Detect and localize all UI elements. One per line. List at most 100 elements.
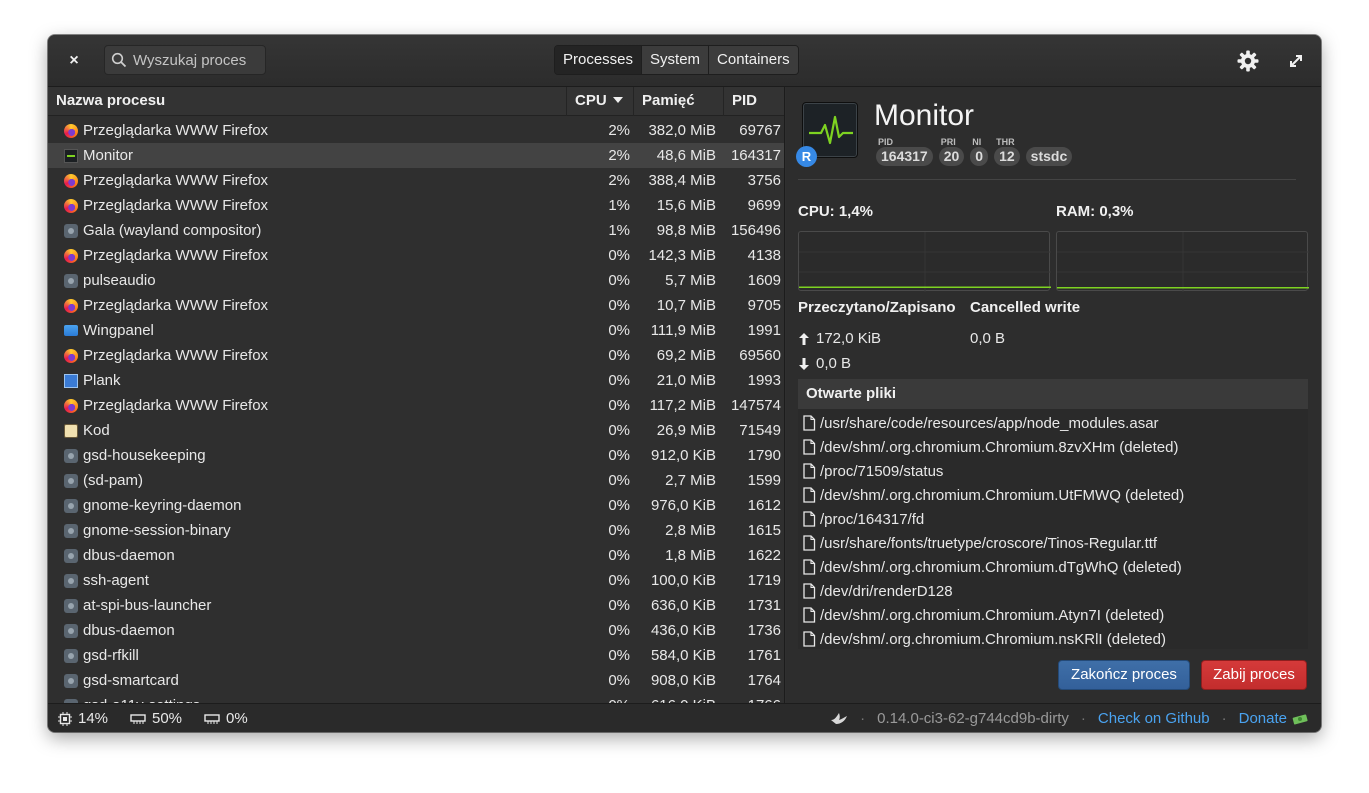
cpu-status-value: 14% xyxy=(78,710,109,727)
file-icon xyxy=(803,439,816,455)
file-icon xyxy=(803,535,816,551)
table-row[interactable]: Przeglądarka WWW Firefox 0% 10,7 MiB 9705 xyxy=(48,293,784,318)
search-icon xyxy=(111,52,127,68)
process-cpu: 0% xyxy=(608,372,630,389)
process-pid: 69767 xyxy=(739,122,781,139)
process-cpu: 2% xyxy=(608,172,630,189)
table-row[interactable]: Wingpanel 0% 111,9 MiB 1991 xyxy=(48,318,784,343)
memory-icon xyxy=(130,713,146,724)
table-row[interactable]: at-spi-bus-launcher 0% 636,0 KiB 1731 xyxy=(48,593,784,618)
process-name-cell: gnome-session-binary xyxy=(48,522,567,539)
process-pid: 9699 xyxy=(747,197,781,214)
process-name: Plank xyxy=(83,372,121,389)
table-row[interactable]: gnome-keyring-daemon 0% 976,0 KiB 1612 xyxy=(48,493,784,518)
gear-icon xyxy=(64,448,78,463)
table-row[interactable]: Przeglądarka WWW Firefox 2% 388,4 MiB 3756 xyxy=(48,168,784,193)
table-row[interactable]: Plank 0% 21,0 MiB 1993 xyxy=(48,368,784,393)
table-row[interactable]: Przeglądarka WWW Firefox 0% 69,2 MiB 69560 xyxy=(48,343,784,368)
kill-process-button[interactable]: Zabij proces xyxy=(1201,660,1307,690)
process-info-pills: PID 164317 PRI 20 NI 0 THR 12 stsdc xyxy=(876,137,1073,166)
table-row[interactable]: ssh-agent 0% 100,0 KiB 1719 xyxy=(48,568,784,593)
firefox-icon xyxy=(64,248,78,263)
table-row[interactable]: Monitor 2% 48,6 MiB 164317 xyxy=(48,143,784,168)
process-name: Przeglądarka WWW Firefox xyxy=(83,247,269,264)
process-pid: 3756 xyxy=(747,172,781,189)
process-pid: 1993 xyxy=(747,372,781,389)
table-row[interactable]: Kod 0% 26,9 MiB 71549 xyxy=(48,418,784,443)
process-name-cell: Przeglądarka WWW Firefox xyxy=(48,247,567,264)
table-row[interactable]: gsd-housekeeping 0% 912,0 KiB 1790 xyxy=(48,443,784,468)
tab-processes[interactable]: Processes xyxy=(555,46,643,74)
table-row[interactable]: gsd-rfkill 0% 584,0 KiB 1761 xyxy=(48,643,784,668)
column-header-cpu[interactable]: CPU xyxy=(567,87,634,116)
process-name-cell: gsd-housekeeping xyxy=(48,447,567,464)
ram-graph xyxy=(1056,231,1309,292)
table-row[interactable]: Przeglądarka WWW Firefox 0% 117,2 MiB 14757… xyxy=(48,393,784,418)
fullscreen-icon[interactable] xyxy=(1286,51,1306,71)
process-name: Kod xyxy=(83,422,110,439)
process-name-cell: gsd-smartcard xyxy=(48,672,567,689)
list-header: Nazwa procesu CPU Pamięć PID xyxy=(48,87,784,116)
process-memory: 10,7 MiB xyxy=(656,297,716,314)
open-files: Otwarte pliki /usr/share/code/resources/… xyxy=(798,379,1308,649)
process-memory: 388,4 MiB xyxy=(648,172,716,189)
cancelled-value: 0,0 B xyxy=(970,330,1006,347)
process-memory: 976,0 KiB xyxy=(650,497,716,514)
table-row[interactable]: gnome-session-binary 0% 2,8 MiB 1615 xyxy=(48,518,784,543)
process-name: gnome-session-binary xyxy=(83,522,231,539)
firefox-icon xyxy=(64,398,78,413)
table-row[interactable]: gsd-a11y-settings0%616,0 KiB1766 xyxy=(48,693,784,703)
process-pid: 1599 xyxy=(747,472,781,489)
table-row[interactable]: Przeglądarka WWW Firefox 0% 142,3 MiB 4138 xyxy=(48,243,784,268)
process-cpu: 0% xyxy=(608,522,630,539)
column-header-memory[interactable]: Pamięć xyxy=(634,87,724,116)
header-bar: × Processes System Containers xyxy=(48,35,1321,87)
search-input[interactable] xyxy=(133,51,263,69)
table-row[interactable]: Przeglądarka WWW Firefox 2% 382,0 MiB 69767 xyxy=(48,118,784,143)
close-button[interactable]: × xyxy=(62,49,86,73)
tab-containers[interactable]: Containers xyxy=(709,46,798,74)
column-header-pid[interactable]: PID xyxy=(724,87,784,116)
table-row[interactable]: dbus-daemon 0% 1,8 MiB 1622 xyxy=(48,543,784,568)
gear-icon[interactable] xyxy=(1236,49,1260,73)
gear-icon xyxy=(64,673,78,688)
table-row[interactable]: gsd-smartcard 0% 908,0 KiB 1764 xyxy=(48,668,784,693)
process-name-cell: at-spi-bus-launcher xyxy=(48,597,567,614)
gear-icon xyxy=(64,223,78,238)
process-name: gsd-smartcard xyxy=(83,672,179,689)
file-icon xyxy=(803,631,816,647)
process-name-cell: (sd-pam) xyxy=(48,472,567,489)
monitor-icon xyxy=(64,148,78,163)
process-pid: 9705 xyxy=(747,297,781,314)
file-icon xyxy=(803,511,816,527)
process-pid: 1761 xyxy=(747,647,781,664)
table-row[interactable]: pulseaudio 0% 5,7 MiB 1609 xyxy=(48,268,784,293)
process-cpu: 0% xyxy=(608,597,630,614)
process-name: ssh-agent xyxy=(83,572,149,589)
thr-label: THR xyxy=(996,137,1015,147)
process-memory: 908,0 KiB xyxy=(650,672,716,689)
table-row[interactable]: Gala (wayland compositor) 1% 98,8 MiB 15649… xyxy=(48,218,784,243)
process-cpu: 0% xyxy=(608,622,630,639)
file-path: /dev/shm/.org.chromium.Chromium.dTgWhQ (… xyxy=(820,558,1182,576)
list-item: /proc/164317/fd xyxy=(798,507,1308,531)
process-cpu: 0% xyxy=(608,397,630,414)
gear-icon xyxy=(64,623,78,638)
end-process-button[interactable]: Zakończ proces xyxy=(1058,660,1190,690)
table-row[interactable]: (sd-pam) 0% 2,7 MiB 1599 xyxy=(48,468,784,493)
gear-icon xyxy=(64,648,78,663)
table-row[interactable]: Przeglądarka WWW Firefox 1% 15,6 MiB 9699 xyxy=(48,193,784,218)
process-cpu: 0% xyxy=(608,497,630,514)
list-item: /dev/shm/.org.chromium.Chromium.Atyn7I (… xyxy=(798,603,1308,627)
tab-system[interactable]: System xyxy=(642,46,710,74)
donate-link[interactable]: Donate xyxy=(1239,710,1309,727)
github-link[interactable]: Check on Github xyxy=(1098,710,1210,727)
code-icon xyxy=(64,423,78,438)
column-header-name[interactable]: Nazwa procesu xyxy=(48,87,567,116)
file-path: /dev/shm/.org.chromium.Chromium.8zvXHm (… xyxy=(820,438,1179,456)
search-box[interactable] xyxy=(104,45,266,75)
donate-link-label: Donate xyxy=(1238,710,1287,727)
table-row[interactable]: dbus-daemon 0% 436,0 KiB 1736 xyxy=(48,618,784,643)
user-pill: stsdc xyxy=(1025,147,1073,166)
process-name: Przeglądarka WWW Firefox xyxy=(83,347,269,364)
